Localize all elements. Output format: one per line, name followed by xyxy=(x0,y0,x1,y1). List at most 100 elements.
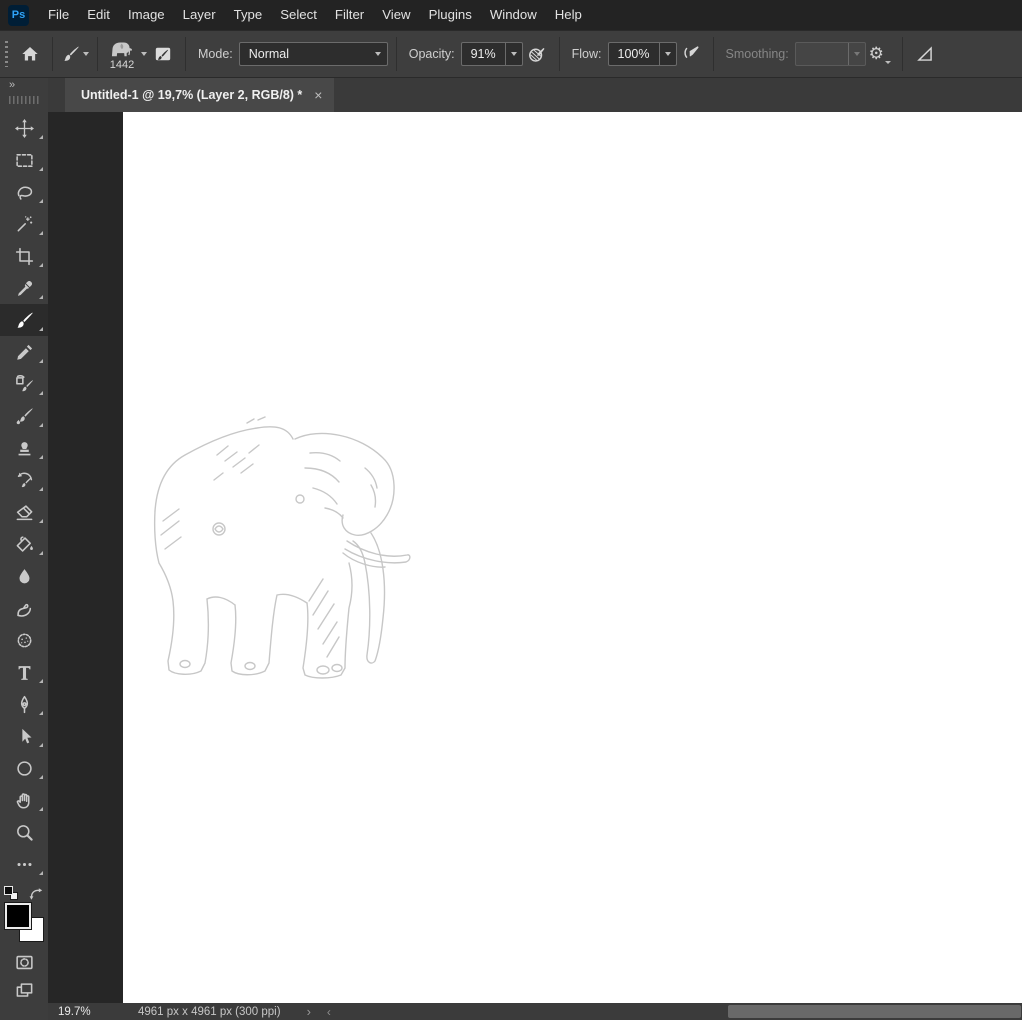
swap-colors-button[interactable] xyxy=(29,886,44,901)
home-button[interactable] xyxy=(16,38,44,70)
brush-angle-button[interactable] xyxy=(911,38,939,70)
horizontal-scrollbar[interactable]: ‹ xyxy=(323,1004,1022,1019)
brush-tool-icon xyxy=(63,46,79,61)
smudge-finger-icon xyxy=(16,603,31,617)
home-icon xyxy=(22,47,38,61)
pencil-icon xyxy=(16,344,32,360)
smoothing-label: Smoothing: xyxy=(725,47,789,61)
tool-eraser[interactable] xyxy=(0,496,48,528)
separator xyxy=(712,37,714,71)
tool-hand[interactable] xyxy=(0,784,48,816)
tool-eyedropper[interactable] xyxy=(0,272,48,304)
clone-stamp-icon xyxy=(18,441,30,455)
toolbar-collapse-button[interactable]: » xyxy=(9,78,15,92)
tool-history-brush[interactable] xyxy=(0,464,48,496)
tool-magic-wand[interactable] xyxy=(0,208,48,240)
chevron-down-icon xyxy=(884,61,891,64)
tool-color-replacement[interactable] xyxy=(0,368,48,400)
tool-ellipse-shape[interactable] xyxy=(0,752,48,784)
opacity-input[interactable]: 91% xyxy=(460,42,523,66)
tool-sponge[interactable] xyxy=(0,624,48,656)
status-popup-chevron-icon[interactable]: › xyxy=(307,1004,311,1019)
quick-mask-button[interactable] xyxy=(0,948,48,976)
close-icon[interactable]: × xyxy=(314,88,322,102)
default-colors-button[interactable] xyxy=(4,886,18,900)
move-icon xyxy=(14,118,34,138)
tool-mixer-brush[interactable] xyxy=(0,400,48,432)
tool-brush[interactable] xyxy=(0,304,48,336)
options-bar-grip[interactable] xyxy=(5,41,8,67)
type-tool-icon xyxy=(18,665,30,680)
tool-edit-toolbar[interactable] xyxy=(0,848,48,880)
menu-filter[interactable]: Filter xyxy=(326,0,373,30)
opacity-value[interactable]: 91% xyxy=(462,47,505,61)
ellipsis-icon xyxy=(16,862,32,866)
tool-pencil[interactable] xyxy=(0,336,48,368)
blend-mode-dropdown[interactable]: Normal xyxy=(238,42,388,66)
tool-blur[interactable] xyxy=(0,560,48,592)
history-brush-icon xyxy=(17,472,32,487)
screen-mode-icon xyxy=(16,982,32,997)
tool-crop[interactable] xyxy=(0,240,48,272)
document-tab[interactable]: Untitled-1 @ 19,7% (Layer 2, RGB/8) * × xyxy=(65,78,335,112)
color-controls xyxy=(0,886,48,948)
smoothing-options-button[interactable]: ⚙ xyxy=(866,38,894,70)
status-bar: 19.7% 4961 px x 4961 px (300 ppi) › ‹ xyxy=(48,1003,1022,1020)
tool-type[interactable] xyxy=(0,656,48,688)
swap-arrow-icon xyxy=(29,888,43,900)
menu-edit[interactable]: Edit xyxy=(78,0,119,30)
document-info[interactable]: 4961 px x 4961 px (300 ppi) xyxy=(138,1006,281,1018)
menu-image[interactable]: Image xyxy=(119,0,174,30)
menu-plugins[interactable]: Plugins xyxy=(420,0,481,30)
tool-pen[interactable] xyxy=(0,688,48,720)
flow-value[interactable]: 100% xyxy=(609,47,659,61)
foreground-color-swatch[interactable] xyxy=(4,902,32,930)
menu-select[interactable]: Select xyxy=(271,0,326,30)
menu-help[interactable]: Help xyxy=(546,0,591,30)
tool-path-selection[interactable] xyxy=(0,720,48,752)
chevron-down-icon xyxy=(82,52,89,56)
ellipse-icon xyxy=(16,760,32,776)
paint-bucket-icon xyxy=(16,535,33,552)
lasso-icon xyxy=(17,186,32,200)
separator xyxy=(395,37,397,71)
scroll-left-arrow-icon[interactable]: ‹ xyxy=(327,1005,331,1019)
separator xyxy=(558,37,560,71)
brush-preset-picker[interactable]: 1442 xyxy=(108,37,147,71)
menu-file[interactable]: File xyxy=(39,0,78,30)
tool-zoom[interactable] xyxy=(0,816,48,848)
toolbar-grip[interactable] xyxy=(9,96,39,104)
blur-drop-icon xyxy=(19,568,29,583)
toggle-brush-settings-icon xyxy=(155,47,171,61)
tool-rectangular-marquee[interactable] xyxy=(0,144,48,176)
hand-icon xyxy=(16,792,30,809)
zoom-level-field[interactable]: 19.7% xyxy=(58,1006,102,1018)
document-tab-bar: Untitled-1 @ 19,7% (Layer 2, RGB/8) * × xyxy=(48,78,1022,112)
pressure-opacity-button[interactable] xyxy=(523,38,551,70)
zoom-magnifier-icon xyxy=(16,824,33,841)
menu-window[interactable]: Window xyxy=(481,0,546,30)
airbrush-button[interactable] xyxy=(677,38,705,70)
scrollbar-thumb[interactable] xyxy=(728,1005,1021,1018)
flow-input[interactable]: 100% xyxy=(607,42,677,66)
sponge-icon xyxy=(17,633,31,647)
document-canvas[interactable] xyxy=(123,112,1022,1003)
chevron-down-icon xyxy=(141,52,147,56)
menu-layer[interactable]: Layer xyxy=(174,0,225,30)
menu-view[interactable]: View xyxy=(373,0,419,30)
toggle-brush-settings-button[interactable] xyxy=(149,38,177,70)
tool-preset-picker[interactable] xyxy=(61,38,89,70)
separator xyxy=(901,37,903,71)
tool-paint-bucket[interactable] xyxy=(0,528,48,560)
brush-size-value: 1442 xyxy=(109,59,135,71)
tool-clone-stamp[interactable] xyxy=(0,432,48,464)
menu-type[interactable]: Type xyxy=(225,0,272,30)
marquee-icon xyxy=(15,153,33,167)
elephant-sketch xyxy=(153,416,411,679)
screen-mode-button[interactable] xyxy=(0,976,48,1004)
chevron-down-icon xyxy=(510,52,517,56)
tool-move[interactable] xyxy=(0,112,48,144)
gear-icon: ⚙ xyxy=(868,43,884,64)
tool-smudge[interactable] xyxy=(0,592,48,624)
tool-lasso[interactable] xyxy=(0,176,48,208)
